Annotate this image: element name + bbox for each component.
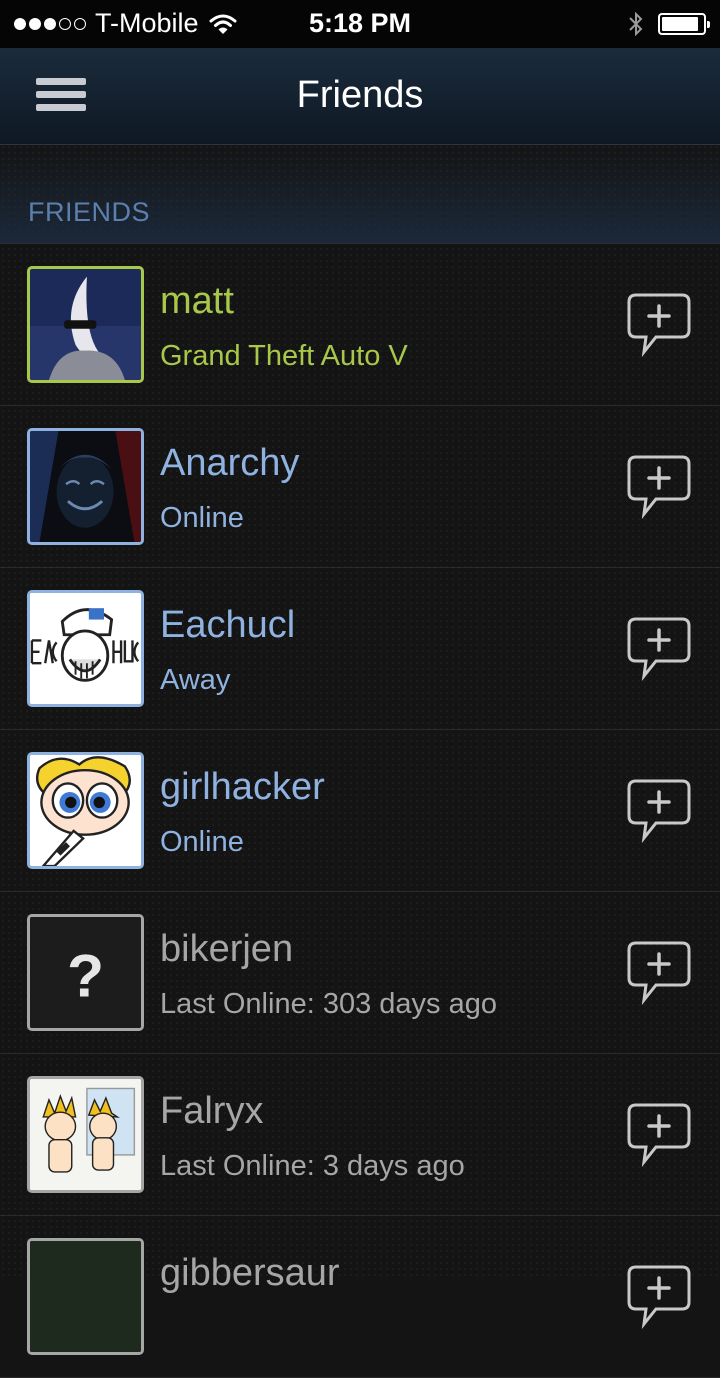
question-mark-icon: ? xyxy=(30,917,141,1028)
friend-status: Away xyxy=(160,664,231,696)
avatar xyxy=(27,1238,144,1355)
add-chat-icon[interactable] xyxy=(626,616,692,682)
section-label: FRIENDS xyxy=(28,197,151,227)
anarchy-avatar-image xyxy=(30,431,141,542)
friends-section-header: FRIENDS xyxy=(0,145,720,244)
moon-man-avatar-image xyxy=(30,269,141,380)
bluetooth-icon xyxy=(629,11,643,37)
powerpuff-avatar-image xyxy=(30,755,141,866)
cartoon-head-avatar-image xyxy=(30,593,141,704)
friend-name: Eachucl xyxy=(160,604,296,646)
add-chat-icon[interactable] xyxy=(626,1264,692,1330)
battery-icon xyxy=(658,13,710,35)
avatar xyxy=(27,1076,144,1193)
friend-row[interactable]: matt Grand Theft Auto V xyxy=(0,244,720,406)
avatar xyxy=(27,590,144,707)
friend-name: girlhacker xyxy=(160,766,325,808)
avatar xyxy=(27,266,144,383)
friend-status: Online xyxy=(160,826,244,858)
friend-row[interactable]: Eachucl Away xyxy=(0,568,720,730)
add-chat-icon[interactable] xyxy=(626,940,692,1006)
friend-status: Online xyxy=(160,502,244,534)
dark-avatar-image xyxy=(30,1241,141,1352)
add-chat-icon[interactable] xyxy=(626,292,692,358)
add-chat-icon[interactable] xyxy=(626,454,692,520)
friend-status: Grand Theft Auto V xyxy=(160,340,408,372)
friend-list: matt Grand Theft Auto V Anarchy Online E… xyxy=(0,244,720,1378)
friend-name: Anarchy xyxy=(160,442,300,484)
friend-name: matt xyxy=(160,280,234,322)
friend-status: Last Online: 303 days ago xyxy=(160,988,497,1020)
friend-status: Last Online: 3 days ago xyxy=(160,1150,465,1182)
friend-row[interactable]: ? bikerjen Last Online: 303 days ago xyxy=(0,892,720,1054)
status-bar-right xyxy=(628,10,710,38)
avatar xyxy=(27,428,144,545)
avatar xyxy=(27,752,144,869)
svg-text:?: ? xyxy=(67,942,104,1010)
friend-row[interactable]: Falryx Last Online: 3 days ago xyxy=(0,1054,720,1216)
friend-name: Falryx xyxy=(160,1090,264,1132)
avatar: ? xyxy=(27,914,144,1031)
friend-name: bikerjen xyxy=(160,928,294,970)
status-bar: T-Mobile 5:18 PM xyxy=(0,0,720,48)
add-chat-icon[interactable] xyxy=(626,778,692,844)
friend-row[interactable]: gibbersaur xyxy=(0,1216,720,1378)
navigation-bar: Friends xyxy=(0,48,720,145)
add-chat-icon[interactable] xyxy=(626,1102,692,1168)
comic-kids-avatar-image xyxy=(30,1079,141,1190)
friend-name: gibbersaur xyxy=(160,1252,340,1294)
friend-row[interactable]: Anarchy Online xyxy=(0,406,720,568)
friend-row[interactable]: girlhacker Online xyxy=(0,730,720,892)
status-time: 5:18 PM xyxy=(308,8,412,38)
page-title: Friends xyxy=(296,74,424,116)
